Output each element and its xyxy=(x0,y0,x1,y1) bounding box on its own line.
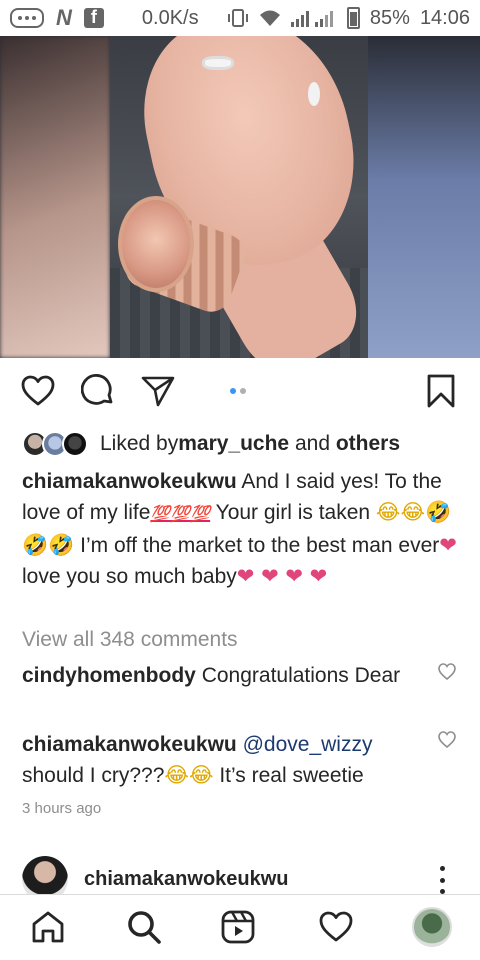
comment-mention[interactable]: @dove_wizzy xyxy=(243,733,373,756)
signal-icon xyxy=(290,11,333,27)
nav-home-button[interactable] xyxy=(30,909,66,945)
hearts-emoji: ❤ ❤ ❤ ❤ xyxy=(236,564,328,588)
status-bar: N f 0.0K/s 85% 14:06 xyxy=(0,0,480,36)
wifi-icon xyxy=(259,10,280,26)
n-app-icon: N xyxy=(56,5,72,30)
post-action-bar xyxy=(0,360,480,422)
status-left-icons: N f 0.0K/s xyxy=(10,5,199,31)
reels-icon xyxy=(221,910,255,944)
liker-avatars xyxy=(22,431,88,457)
engagement-ring xyxy=(202,56,234,70)
search-icon xyxy=(128,911,161,944)
comment-item: chiamakanwokeukwu @dove_wizzy should I c… xyxy=(22,729,422,791)
comment-item: cindyhomenbody Congratulations Dear xyxy=(22,660,422,691)
image-photo xyxy=(110,36,368,358)
laughing-emoji: 😂😂 xyxy=(164,763,214,787)
likes-prefix: Liked by xyxy=(100,432,179,455)
hundred-emoji: 💯💯💯 xyxy=(150,506,211,523)
carousel-indicator xyxy=(230,388,246,394)
message-icon xyxy=(10,8,44,28)
clock: 14:06 xyxy=(419,6,470,29)
heart-emoji: ❤ xyxy=(439,533,457,557)
comment-text: It’s real sweetie xyxy=(213,764,364,787)
comment-like-heart-icon[interactable] xyxy=(438,663,456,681)
likes-summary[interactable]: Liked by mary_uche and others xyxy=(22,428,400,460)
comment-text: Congratulations Dear xyxy=(195,664,401,687)
more-options-icon[interactable] xyxy=(432,866,452,894)
post-caption: chiamakanwokeukwu And I said yes! To the… xyxy=(22,466,462,592)
post-timestamp: 3 hours ago xyxy=(22,800,102,817)
share-button[interactable] xyxy=(140,373,176,409)
post-image[interactable] xyxy=(0,36,480,358)
caption-text: I’m off the market to the best man ever xyxy=(74,534,440,557)
send-icon xyxy=(141,376,175,407)
heart-icon xyxy=(21,375,55,406)
bookmark-icon xyxy=(427,374,455,408)
home-icon xyxy=(32,911,64,943)
carousel-dot xyxy=(240,388,246,394)
bottom-navigation xyxy=(0,894,480,960)
liker-username[interactable]: mary_uche xyxy=(178,432,289,456)
comment-like-heart-icon[interactable] xyxy=(438,731,456,749)
network-speed: 0.0K/s xyxy=(141,6,199,29)
watch-face xyxy=(118,196,194,292)
image-blur-right xyxy=(368,36,480,358)
next-post-header: chiamakanwokeukwu xyxy=(0,852,480,902)
caption-text: love you so much baby xyxy=(22,565,237,588)
comment-username[interactable]: cindyhomenbody xyxy=(22,664,196,687)
status-right-icons: 85% 14:06 xyxy=(227,7,470,30)
like-button[interactable] xyxy=(20,373,56,409)
nav-activity-button[interactable] xyxy=(318,909,354,945)
caption-text: Your girl is taken xyxy=(210,501,376,524)
likes-others[interactable]: others xyxy=(336,432,400,456)
save-button[interactable] xyxy=(424,373,458,409)
next-post-username[interactable]: chiamakanwokeukwu xyxy=(84,868,289,891)
battery-icon xyxy=(346,7,360,29)
comment-text: should I cry??? xyxy=(22,764,165,787)
carousel-dot-active xyxy=(230,388,236,394)
image-blur-left xyxy=(0,36,110,358)
profile-avatar[interactable] xyxy=(412,907,452,947)
avatar xyxy=(62,431,88,457)
view-all-comments-link[interactable]: View all 348 comments xyxy=(22,628,238,652)
caption-username[interactable]: chiamakanwokeukwu xyxy=(22,470,237,493)
activity-heart-icon xyxy=(319,911,353,942)
comment-username[interactable]: chiamakanwokeukwu xyxy=(22,733,237,756)
vibrate-icon xyxy=(227,9,248,27)
battery-percent: 85% xyxy=(369,6,410,29)
comment-icon xyxy=(81,374,113,405)
nav-reels-button[interactable] xyxy=(220,909,256,945)
nav-search-button[interactable] xyxy=(126,909,162,945)
likes-joiner: and xyxy=(289,432,336,455)
comment-button[interactable] xyxy=(80,373,116,409)
facebook-icon: f xyxy=(83,7,104,28)
